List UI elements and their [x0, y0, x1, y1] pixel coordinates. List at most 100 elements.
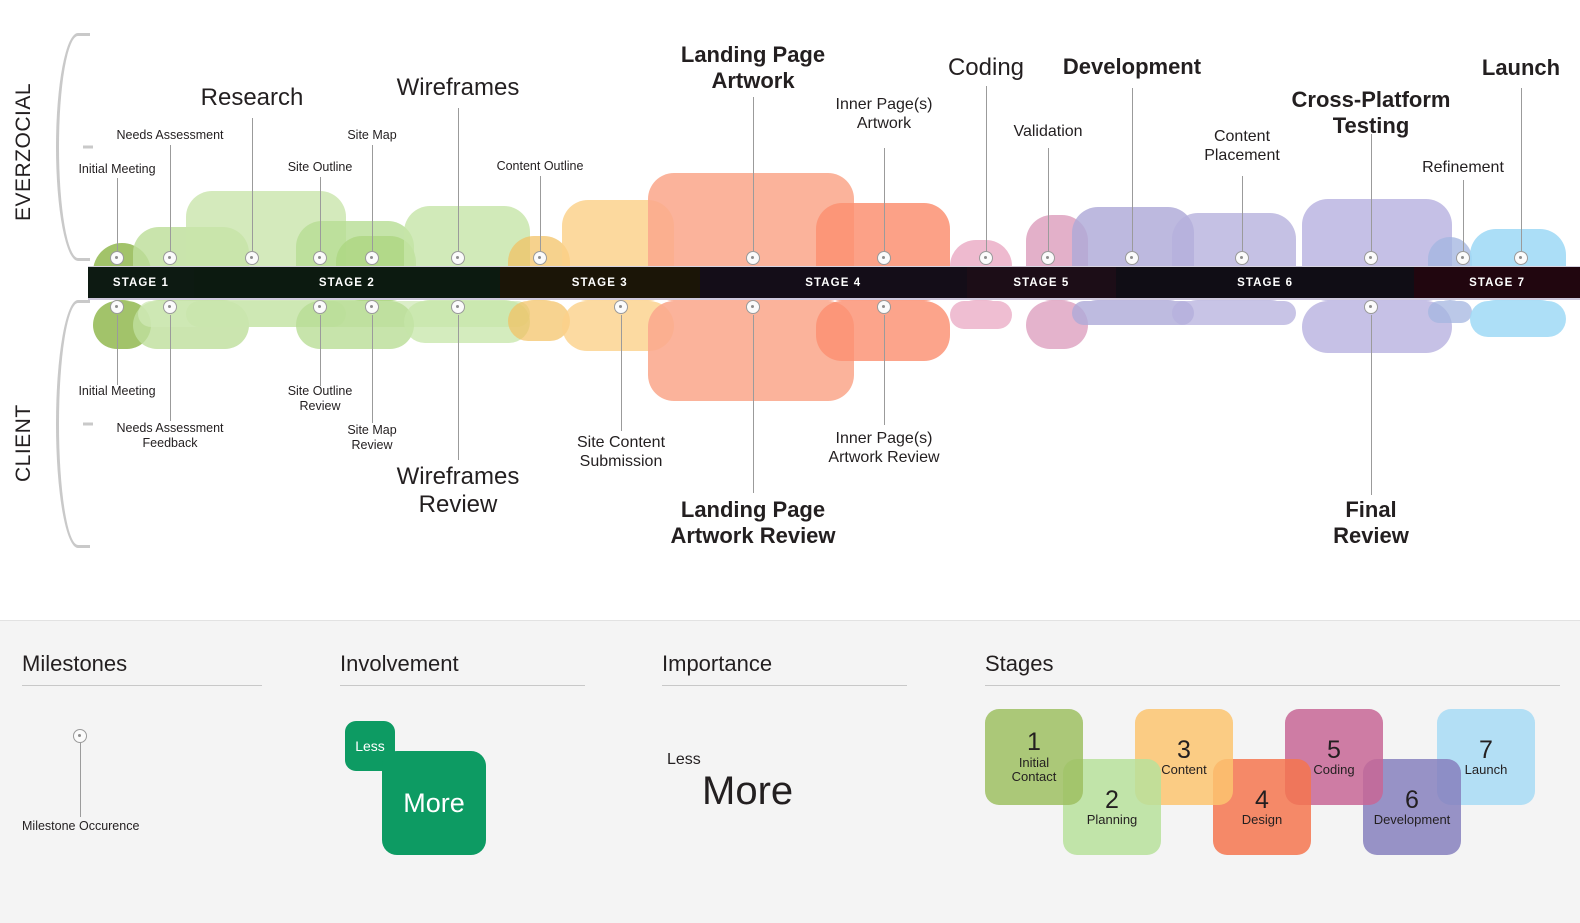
milestone-dot-icon[interactable]: [163, 300, 177, 314]
stage-card-number: 5: [1327, 735, 1341, 764]
milestone-dot-icon[interactable]: [1514, 251, 1528, 265]
stage-bar-segment[interactable]: STAGE 3: [499, 267, 700, 298]
milestone-connector-line: [251, 118, 253, 251]
stage-card-label: Content: [1161, 761, 1207, 777]
legend-stages-rule: [985, 685, 1560, 686]
milestone-label: Research: [200, 84, 304, 111]
legend-milestones-title: Milestones: [22, 651, 128, 676]
milestone-connector-line: [169, 315, 171, 421]
stage-card-list: 1 Initial Contact 2 Planning 3 Content 4 Design…: [985, 709, 1560, 879]
milestone-connector-line: [371, 145, 373, 251]
milestone-connector-line: [116, 315, 118, 385]
milestone-dot-icon[interactable]: [1235, 251, 1249, 265]
milestone-label: Inner Page(s) Artwork Review: [828, 430, 940, 466]
stage-card[interactable]: 1 Initial Contact: [985, 709, 1083, 805]
milestone-dot-icon[interactable]: [1364, 251, 1378, 265]
involvement-blob: [508, 301, 570, 341]
milestone-connector-line: [169, 145, 171, 251]
milestone-label: Site Content Submission: [576, 434, 666, 470]
involvement-blob: [1470, 301, 1566, 337]
milestone-connector-line: [620, 315, 622, 431]
milestone-dot-icon[interactable]: [979, 251, 993, 265]
milestone-dot-icon[interactable]: [313, 300, 327, 314]
lane-label-everzocial: EVERZOCIAL: [12, 82, 35, 222]
milestone-dot-icon[interactable]: [1041, 251, 1055, 265]
milestone-dot-icon[interactable]: [163, 251, 177, 265]
lane-label-client: CLIENT: [12, 404, 35, 482]
milestone-label: Final Review: [1333, 497, 1409, 548]
milestone-dot-icon[interactable]: [245, 251, 259, 265]
milestone-label: Needs Assessment: [116, 128, 224, 142]
legend-involvement-title: Involvement: [340, 651, 459, 676]
stage-bar-segment[interactable]: STAGE 6: [1115, 267, 1415, 298]
milestone-dot-icon[interactable]: [110, 300, 124, 314]
legend-milestones-rule: [22, 685, 262, 686]
legend-milestones: Milestones Milestone Occurence: [22, 651, 262, 833]
stage-bar-segment[interactable]: STAGE 5: [966, 267, 1116, 298]
milestone-connector-line: [457, 315, 459, 460]
involvement-blob: [950, 301, 1012, 329]
milestone-connector-line: [319, 315, 321, 386]
stage-card-number: 3: [1177, 735, 1191, 764]
brace-everzocial: [56, 33, 90, 261]
legend-importance-title: Importance: [662, 651, 773, 676]
milestone-label: Needs Assessment Feedback: [116, 421, 224, 450]
stage-card-number: 2: [1105, 785, 1119, 814]
brace-client: [56, 300, 90, 548]
milestone-dot-icon[interactable]: [451, 251, 465, 265]
milestone-label: Inner Page(s) Artwork: [835, 96, 933, 132]
milestone-connector-line: [883, 148, 885, 251]
milestone-connector-line: [1370, 315, 1372, 495]
milestone-connector-line: [985, 86, 987, 251]
stage-bar-segment[interactable]: STAGE 2: [193, 267, 500, 298]
stage-card-label: Design: [1241, 811, 1283, 827]
importance-less-label: Less: [667, 751, 701, 768]
milestone-connector-line: [371, 315, 373, 423]
milestone-connector-line: [1462, 180, 1464, 251]
stage-card-number: 6: [1405, 785, 1419, 814]
milestone-dot-icon[interactable]: [313, 251, 327, 265]
milestone-dot-icon[interactable]: [451, 300, 465, 314]
milestone-dot-icon[interactable]: [1125, 251, 1139, 265]
milestone-dot-icon[interactable]: [1456, 251, 1470, 265]
milestone-dot-icon[interactable]: [877, 300, 891, 314]
milestone-connector-line: [1047, 148, 1049, 251]
milestone-dot-icon[interactable]: [877, 251, 891, 265]
milestone-label: Site Map: [347, 128, 397, 142]
stage-bar-segment[interactable]: STAGE 4: [699, 267, 967, 298]
milestone-label: Wireframes Review: [396, 463, 520, 518]
milestone-label: Validation: [1013, 123, 1083, 140]
milestone-dot-icon[interactable]: [1364, 300, 1378, 314]
milestone-dot-icon[interactable]: [746, 300, 760, 314]
involvement-more-swatch: More: [382, 751, 486, 855]
milestone-connector-line: [752, 97, 754, 251]
milestone-connector-line: [752, 315, 754, 493]
legend-stages-title: Stages: [985, 651, 1054, 676]
milestone-connector-line: [539, 176, 541, 251]
milestone-connector-line: [319, 177, 321, 251]
legend-involvement: Involvement Less More: [340, 651, 585, 855]
milestone-label: Content Outline: [496, 159, 584, 173]
milestone-label: Refinement: [1422, 159, 1504, 176]
milestone-dot-icon[interactable]: [365, 251, 379, 265]
involvement-blob: [1172, 301, 1296, 325]
legend-importance: Importance Less More: [662, 651, 907, 813]
milestone-dot-icon[interactable]: [533, 251, 547, 265]
stage-card-number: 1: [1027, 728, 1041, 757]
milestone-label: Landing Page Artwork: [680, 42, 826, 93]
milestone-label: Site Map Review: [347, 423, 397, 452]
milestone-dot-icon[interactable]: [614, 300, 628, 314]
milestone-label: Site Outline Review: [287, 384, 353, 413]
stage-card-label: Development: [1373, 811, 1451, 827]
milestone-dot-icon[interactable]: [746, 251, 760, 265]
milestone-connector-line: [1241, 176, 1243, 251]
stage-card-label: Planning: [1086, 811, 1138, 827]
milestone-connector-line: [116, 178, 118, 251]
legend-importance-rule: [662, 685, 907, 686]
milestone-dot-icon[interactable]: [365, 300, 379, 314]
stage-bar-segment[interactable]: STAGE 1: [88, 267, 194, 298]
milestone-label: Wireframes: [396, 74, 520, 101]
stage-bar-segment[interactable]: STAGE 7: [1414, 267, 1580, 298]
milestone-dot-icon[interactable]: [110, 251, 124, 265]
milestone-connector-line: [1370, 134, 1372, 251]
